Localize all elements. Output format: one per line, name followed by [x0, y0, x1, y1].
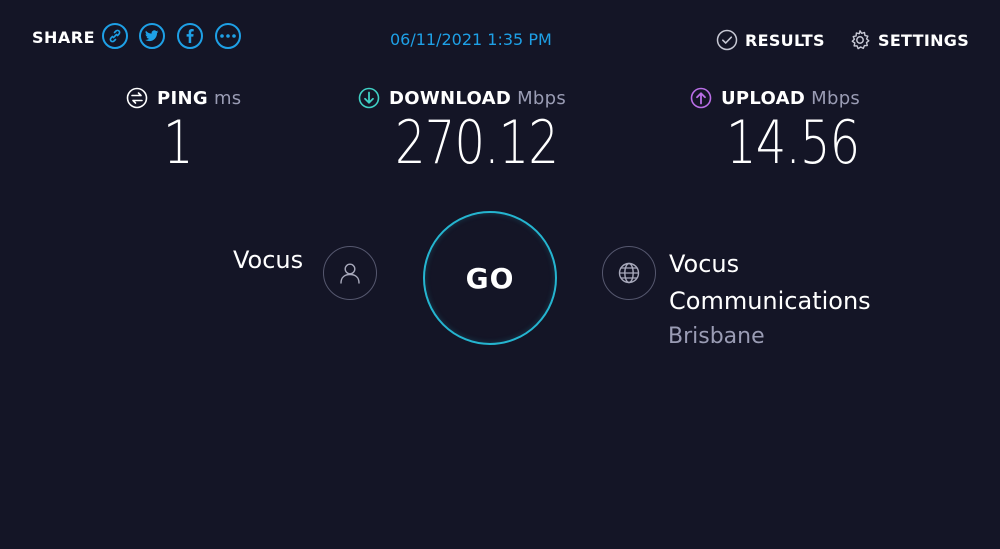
more-icon [220, 34, 236, 38]
download-value: 270.12 [395, 108, 559, 178]
isp-user-button[interactable] [323, 246, 377, 300]
upload-icon [690, 87, 712, 109]
settings-label: SETTINGS [878, 30, 970, 50]
link-icon [109, 29, 121, 43]
go-button[interactable]: GO [423, 211, 557, 345]
check-circle-icon [716, 29, 738, 51]
download-icon [358, 87, 380, 109]
gear-icon [849, 29, 871, 51]
download-unit: Mbps [517, 87, 567, 109]
server-location: Brisbane [668, 324, 765, 349]
test-timestamp: 06/11/2021 1:35 PM [390, 30, 552, 49]
facebook-icon [186, 29, 194, 43]
results-label: RESULTS [745, 30, 825, 50]
ping-header: PING ms [126, 87, 241, 109]
upload-value: 14.56 [726, 108, 860, 178]
ping-unit: ms [213, 87, 242, 109]
twitter-icon [145, 30, 159, 42]
user-icon [340, 263, 360, 284]
share-label: SHARE [32, 28, 96, 47]
share-more-button[interactable] [215, 23, 241, 49]
download-label: DOWNLOAD [389, 87, 512, 109]
upload-unit: Mbps [811, 87, 861, 109]
ping-label: PING [157, 87, 208, 109]
share-twitter-button[interactable] [139, 23, 165, 49]
ping-value: 1 [163, 108, 194, 178]
share-link-button[interactable] [102, 23, 128, 49]
share-facebook-button[interactable] [177, 23, 203, 49]
isp-name: Vocus [233, 246, 304, 274]
upload-header: UPLOAD Mbps [690, 87, 860, 109]
globe-icon [618, 262, 640, 284]
upload-label: UPLOAD [721, 87, 806, 109]
server-name[interactable]: Vocus Communications [669, 246, 929, 320]
settings-button[interactable]: SETTINGS [849, 29, 969, 51]
ping-icon [126, 87, 148, 109]
download-header: DOWNLOAD Mbps [358, 87, 566, 109]
server-select-button[interactable] [602, 246, 656, 300]
results-button[interactable]: RESULTS [716, 29, 825, 51]
